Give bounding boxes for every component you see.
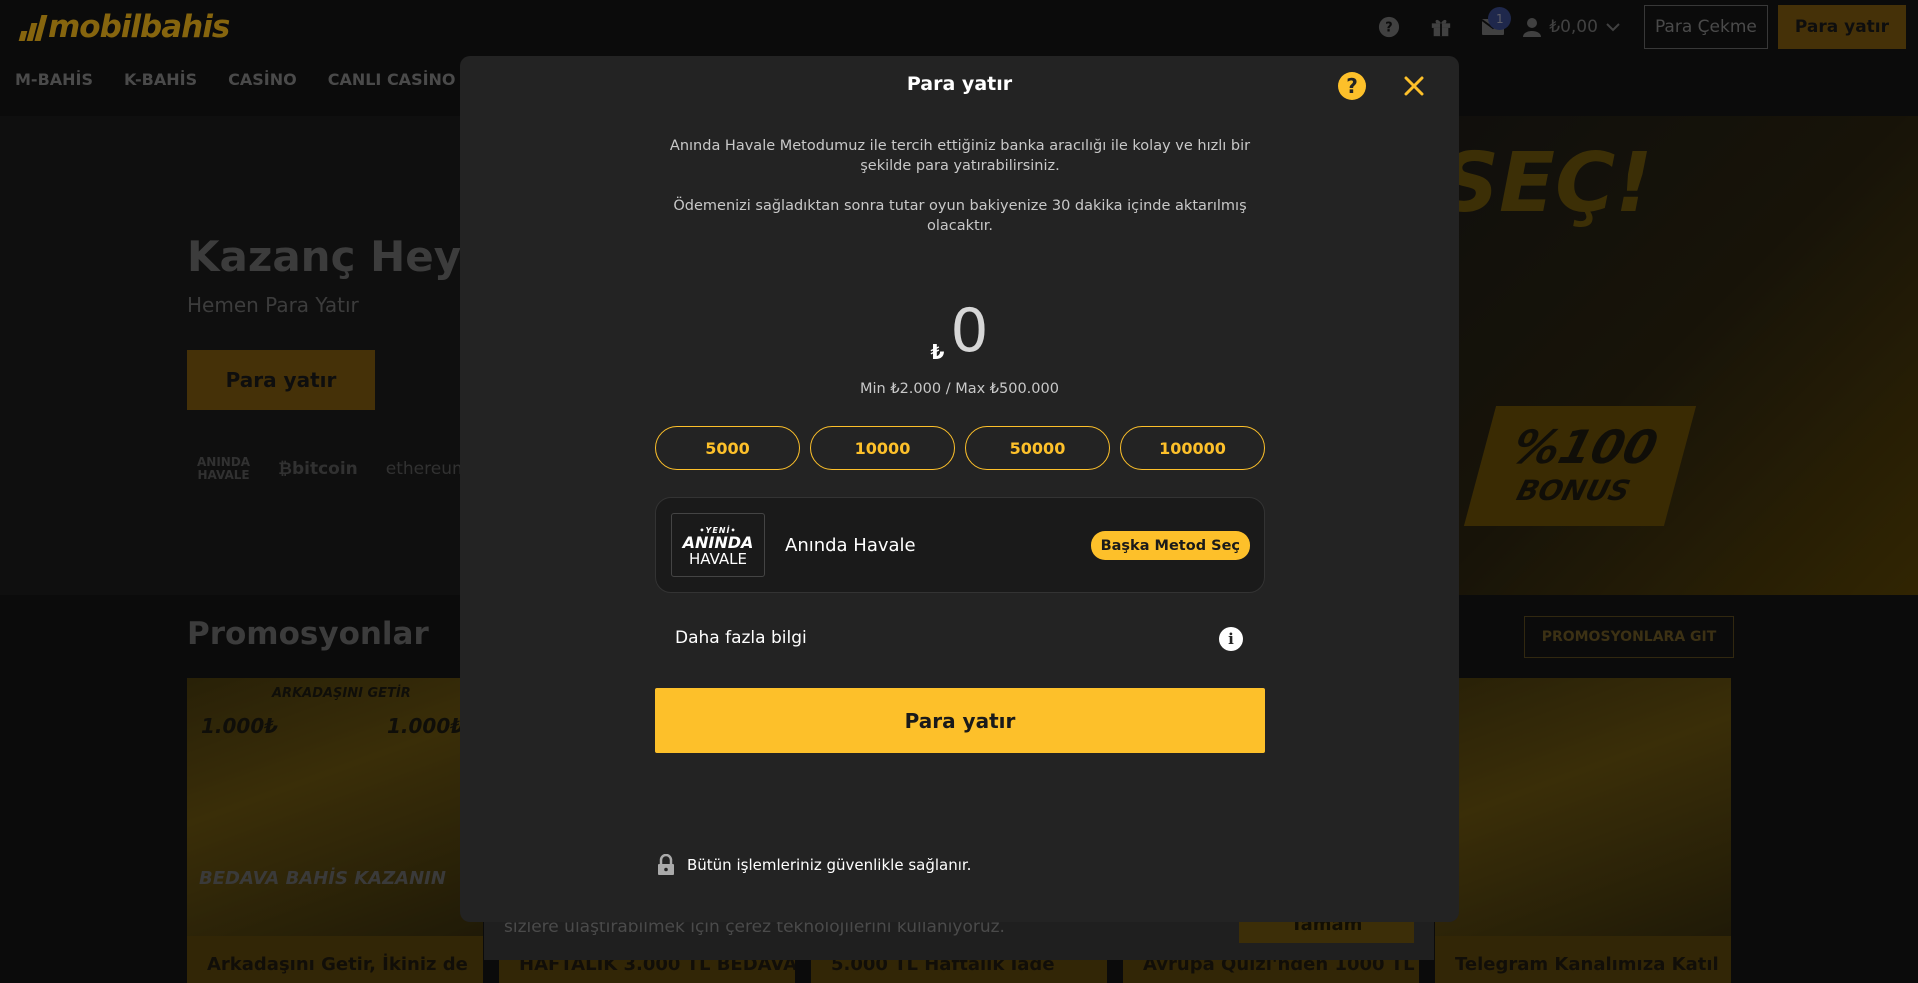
quick-amount-50000-button[interactable]: 50000: [965, 426, 1110, 470]
modal-title: Para yatır: [906, 73, 1013, 95]
amount-limits: Min ₺2.000 / Max ₺500.000: [860, 381, 1059, 397]
security-note: Bütün işlemleriniz güvenlikle sağlanır.: [657, 854, 971, 876]
change-method-button[interactable]: Başka Metod Seç: [1090, 531, 1250, 560]
amount-value: 0: [950, 296, 989, 366]
quick-amount-10000-button[interactable]: 10000: [810, 426, 955, 470]
payment-method-name: Anında Havale: [785, 535, 916, 556]
quick-amount-5000-button[interactable]: 5000: [655, 426, 800, 470]
quick-amounts: 5000 10000 50000 100000: [655, 426, 1265, 470]
quick-amount-100000-button[interactable]: 100000: [1120, 426, 1265, 470]
currency-symbol: ₺: [930, 340, 945, 364]
modal-description-transfer-time: Ödemenizi sağladıktan sonra tutar oyun b…: [673, 198, 1247, 234]
deposit-modal: Para yatır ? Anında Havale Metodumuz ile…: [460, 56, 1459, 922]
more-info-label[interactable]: Daha fazla bilgi: [675, 628, 807, 648]
info-icon[interactable]: i: [1219, 627, 1243, 651]
anindahavale-logo: •YENİ• ANINDA HAVALE: [671, 513, 765, 577]
deposit-submit-button[interactable]: Para yatır: [655, 688, 1265, 753]
lock-icon: [658, 854, 674, 875]
help-icon[interactable]: ?: [1338, 72, 1366, 100]
amount-input[interactable]: ₺ 0: [460, 296, 1459, 366]
security-text: Bütün işlemleriniz güvenlikle sağlanır.: [687, 856, 972, 874]
close-icon[interactable]: [1398, 70, 1430, 102]
modal-description: Anında Havale Metodumuz ile tercih ettiğ…: [669, 138, 1251, 174]
payment-method-card: •YENİ• ANINDA HAVALE Anında Havale Başka…: [655, 497, 1265, 593]
